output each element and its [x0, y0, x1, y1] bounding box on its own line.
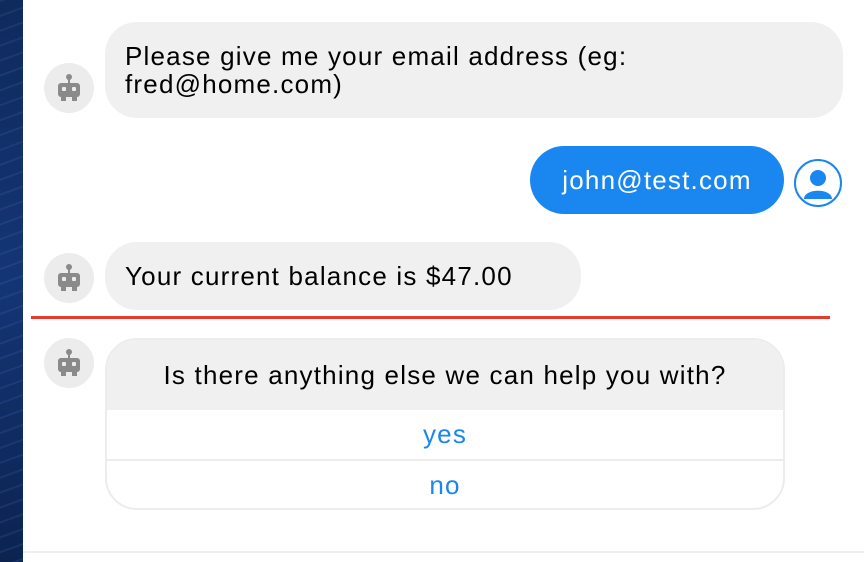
user-avatar: [794, 159, 842, 207]
quick-reply-card: Is there anything else we can help you w…: [105, 338, 785, 510]
robot-icon: [58, 264, 80, 291]
page: Please give me your email address (eg: f…: [0, 0, 864, 562]
new-messages-divider: [31, 316, 830, 319]
bot-message-email-request: Please give me your email address (eg: f…: [105, 22, 843, 118]
bot-avatar: [44, 253, 94, 303]
quick-reply-no-button[interactable]: no: [107, 461, 783, 508]
chat-window: Please give me your email address (eg: f…: [23, 0, 864, 562]
background-strip: [0, 0, 23, 562]
robot-icon: [58, 349, 80, 376]
quick-reply-question: Is there anything else we can help you w…: [107, 340, 783, 410]
user-message-email: john@test.com: [530, 146, 784, 214]
input-area-border: [23, 551, 864, 553]
user-icon: [804, 170, 832, 199]
bot-avatar: [44, 338, 94, 388]
bot-message-balance: Your current balance is $47.00: [105, 242, 581, 310]
robot-icon: [58, 74, 80, 101]
bot-avatar: [44, 63, 94, 113]
quick-reply-yes-button[interactable]: yes: [107, 410, 783, 461]
